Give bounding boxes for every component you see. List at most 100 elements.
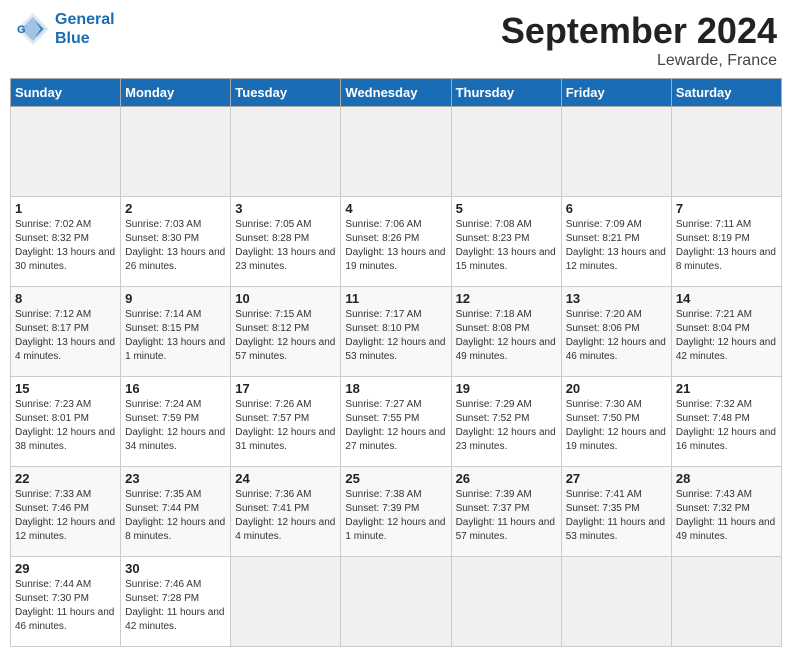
cell-details: Sunrise: 7:08 AMSunset: 8:23 PMDaylight:… <box>456 219 556 272</box>
cell-details: Sunrise: 7:30 AMSunset: 7:50 PMDaylight:… <box>566 399 666 452</box>
calendar-cell: 24 Sunrise: 7:36 AMSunset: 7:41 PMDayligh… <box>231 467 341 557</box>
cell-details: Sunrise: 7:32 AMSunset: 7:48 PMDaylight:… <box>676 399 776 452</box>
calendar-week-row: 29 Sunrise: 7:44 AMSunset: 7:30 PMDayligh… <box>11 557 782 647</box>
calendar-cell: 22 Sunrise: 7:33 AMSunset: 7:46 PMDayligh… <box>11 467 121 557</box>
cell-details: Sunrise: 7:27 AMSunset: 7:55 PMDaylight:… <box>345 399 445 452</box>
calendar-cell <box>451 107 561 197</box>
calendar-cell: 10 Sunrise: 7:15 AMSunset: 8:12 PMDayligh… <box>231 287 341 377</box>
cell-details: Sunrise: 7:02 AMSunset: 8:32 PMDaylight:… <box>15 219 115 272</box>
calendar-cell: 5Sunrise: 7:08 AMSunset: 8:23 PMDaylight… <box>451 197 561 287</box>
day-number: 25 <box>345 471 446 486</box>
day-number: 10 <box>235 291 336 306</box>
calendar-cell <box>341 557 451 647</box>
day-number: 20 <box>566 381 667 396</box>
calendar-week-row: 15 Sunrise: 7:23 AMSunset: 8:01 PMDayligh… <box>11 377 782 467</box>
day-number: 3 <box>235 201 336 216</box>
calendar-cell: 20 Sunrise: 7:30 AMSunset: 7:50 PMDayligh… <box>561 377 671 467</box>
calendar-cell: 7 Sunrise: 7:11 AMSunset: 8:19 PMDaylight… <box>671 197 781 287</box>
day-number: 19 <box>456 381 557 396</box>
calendar-cell <box>121 107 231 197</box>
calendar-cell: 25Sunrise: 7:38 AMSunset: 7:39 PMDayligh… <box>341 467 451 557</box>
cell-details: Sunrise: 7:06 AMSunset: 8:26 PMDaylight:… <box>345 219 445 272</box>
day-number: 8 <box>15 291 116 306</box>
day-number: 7 <box>676 201 777 216</box>
calendar-cell: 13Sunrise: 7:20 AMSunset: 8:06 PMDayligh… <box>561 287 671 377</box>
cell-details: Sunrise: 7:14 AMSunset: 8:15 PMDaylight:… <box>125 309 225 362</box>
calendar-cell <box>11 107 121 197</box>
weekday-header: Friday <box>561 79 671 107</box>
logo-text-bottom: Blue <box>55 29 115 48</box>
day-number: 12 <box>456 291 557 306</box>
cell-details: Sunrise: 7:09 AMSunset: 8:21 PMDaylight:… <box>566 219 666 272</box>
calendar-week-row: 1Sunrise: 7:02 AMSunset: 8:32 PMDaylight… <box>11 197 782 287</box>
calendar-cell: 1Sunrise: 7:02 AMSunset: 8:32 PMDaylight… <box>11 197 121 287</box>
calendar-cell: 30 Sunrise: 7:46 AMSunset: 7:28 PMDayligh… <box>121 557 231 647</box>
cell-details: Sunrise: 7:17 AMSunset: 8:10 PMDaylight:… <box>345 309 445 362</box>
calendar-week-row: 22 Sunrise: 7:33 AMSunset: 7:46 PMDayligh… <box>11 467 782 557</box>
calendar-cell <box>451 557 561 647</box>
calendar-cell: 12Sunrise: 7:18 AMSunset: 8:08 PMDayligh… <box>451 287 561 377</box>
calendar-cell: 2Sunrise: 7:03 AMSunset: 8:30 PMDaylight… <box>121 197 231 287</box>
calendar-cell: 4 Sunrise: 7:06 AMSunset: 8:26 PMDaylight… <box>341 197 451 287</box>
day-number: 9 <box>125 291 226 306</box>
day-number: 17 <box>235 381 336 396</box>
calendar-cell <box>671 557 781 647</box>
svg-text:G: G <box>17 24 26 36</box>
cell-details: Sunrise: 7:12 AMSunset: 8:17 PMDaylight:… <box>15 309 115 362</box>
day-number: 23 <box>125 471 226 486</box>
day-number: 28 <box>676 471 777 486</box>
cell-details: Sunrise: 7:41 AMSunset: 7:35 PMDaylight:… <box>566 489 665 542</box>
day-number: 15 <box>15 381 116 396</box>
weekday-header: Sunday <box>11 79 121 107</box>
weekday-header: Tuesday <box>231 79 341 107</box>
calendar-cell: 15 Sunrise: 7:23 AMSunset: 8:01 PMDayligh… <box>11 377 121 467</box>
weekday-header: Monday <box>121 79 231 107</box>
calendar-cell: 17 Sunrise: 7:26 AMSunset: 7:57 PMDayligh… <box>231 377 341 467</box>
day-number: 11 <box>345 291 446 306</box>
cell-details: Sunrise: 7:26 AMSunset: 7:57 PMDaylight:… <box>235 399 335 452</box>
day-number: 16 <box>125 381 226 396</box>
cell-details: Sunrise: 7:44 AMSunset: 7:30 PMDaylight:… <box>15 579 114 632</box>
cell-details: Sunrise: 7:46 AMSunset: 7:28 PMDaylight:… <box>125 579 224 632</box>
calendar-cell: 21 Sunrise: 7:32 AMSunset: 7:48 PMDayligh… <box>671 377 781 467</box>
calendar-cell: 16 Sunrise: 7:24 AMSunset: 7:59 PMDayligh… <box>121 377 231 467</box>
day-number: 22 <box>15 471 116 486</box>
weekday-header-row: SundayMondayTuesdayWednesdayThursdayFrid… <box>11 79 782 107</box>
calendar-cell: 28 Sunrise: 7:43 AMSunset: 7:32 PMDayligh… <box>671 467 781 557</box>
cell-details: Sunrise: 7:43 AMSunset: 7:32 PMDaylight:… <box>676 489 775 542</box>
calendar-cell: 9 Sunrise: 7:14 AMSunset: 8:15 PMDaylight… <box>121 287 231 377</box>
day-number: 27 <box>566 471 667 486</box>
calendar-cell: 6Sunrise: 7:09 AMSunset: 8:21 PMDaylight… <box>561 197 671 287</box>
calendar-table: SundayMondayTuesdayWednesdayThursdayFrid… <box>10 78 782 647</box>
title-block: September 2024 Lewarde, France <box>501 10 777 70</box>
cell-details: Sunrise: 7:23 AMSunset: 8:01 PMDaylight:… <box>15 399 115 452</box>
calendar-cell: 11 Sunrise: 7:17 AMSunset: 8:10 PMDayligh… <box>341 287 451 377</box>
cell-details: Sunrise: 7:29 AMSunset: 7:52 PMDaylight:… <box>456 399 556 452</box>
calendar-cell <box>341 107 451 197</box>
calendar-cell: 14Sunrise: 7:21 AMSunset: 8:04 PMDayligh… <box>671 287 781 377</box>
day-number: 14 <box>676 291 777 306</box>
cell-details: Sunrise: 7:15 AMSunset: 8:12 PMDaylight:… <box>235 309 335 362</box>
day-number: 21 <box>676 381 777 396</box>
cell-details: Sunrise: 7:24 AMSunset: 7:59 PMDaylight:… <box>125 399 225 452</box>
cell-details: Sunrise: 7:11 AMSunset: 8:19 PMDaylight:… <box>676 219 776 272</box>
cell-details: Sunrise: 7:33 AMSunset: 7:46 PMDaylight:… <box>15 489 115 542</box>
cell-details: Sunrise: 7:20 AMSunset: 8:06 PMDaylight:… <box>566 309 666 362</box>
cell-details: Sunrise: 7:36 AMSunset: 7:41 PMDaylight:… <box>235 489 335 542</box>
day-number: 24 <box>235 471 336 486</box>
page-header: G General Blue September 2024 Lewarde, F… <box>10 10 782 70</box>
calendar-cell: 29 Sunrise: 7:44 AMSunset: 7:30 PMDayligh… <box>11 557 121 647</box>
calendar-cell <box>561 107 671 197</box>
calendar-cell <box>671 107 781 197</box>
calendar-cell: 26Sunrise: 7:39 AMSunset: 7:37 PMDayligh… <box>451 467 561 557</box>
day-number: 29 <box>15 561 116 576</box>
day-number: 30 <box>125 561 226 576</box>
weekday-header: Thursday <box>451 79 561 107</box>
logo-icon: G <box>15 11 51 47</box>
calendar-cell: 3Sunrise: 7:05 AMSunset: 8:28 PMDaylight… <box>231 197 341 287</box>
calendar-cell: 18Sunrise: 7:27 AMSunset: 7:55 PMDayligh… <box>341 377 451 467</box>
calendar-cell <box>231 557 341 647</box>
day-number: 4 <box>345 201 446 216</box>
calendar-cell: 19 Sunrise: 7:29 AMSunset: 7:52 PMDayligh… <box>451 377 561 467</box>
calendar-week-row <box>11 107 782 197</box>
